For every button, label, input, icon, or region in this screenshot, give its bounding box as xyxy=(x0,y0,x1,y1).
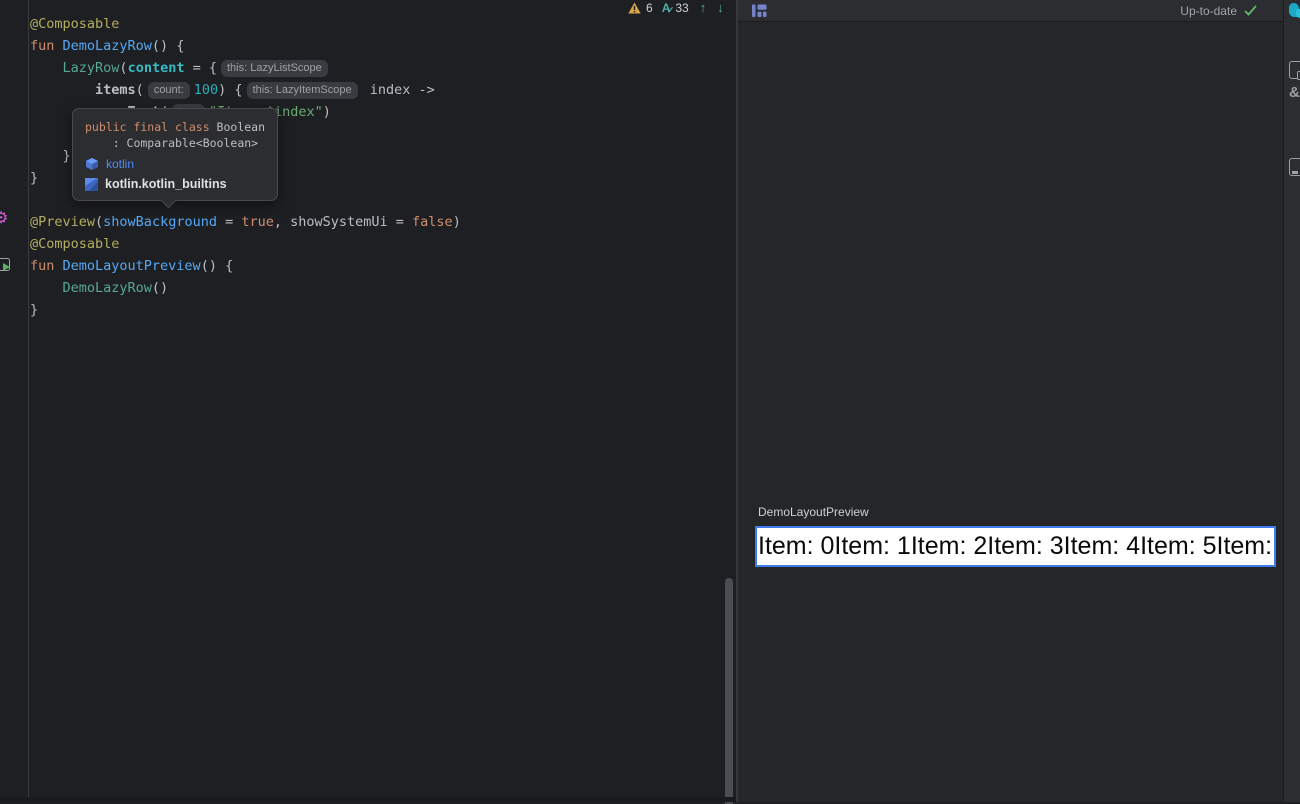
android-studio-window: { "editor": { "code_lines": [ {"tokens":… xyxy=(0,0,1300,802)
code-line[interactable]: items(count:100) { this: LazyItemScope in… xyxy=(30,79,461,101)
code-token: @Composable xyxy=(30,236,119,252)
code-token xyxy=(30,280,63,296)
editor-scrollbar[interactable] xyxy=(725,578,733,804)
code-token: () { xyxy=(201,258,234,274)
code-token: 100 xyxy=(194,82,218,98)
right-tool-window-stripe: & xyxy=(1283,0,1300,802)
typo-count[interactable]: 33 xyxy=(675,1,688,15)
gutter-separator xyxy=(28,0,29,802)
code-token: } xyxy=(30,170,38,186)
check-mark: ✓ xyxy=(667,5,675,16)
module-link[interactable]: kotlin xyxy=(106,157,134,171)
code-line[interactable]: DemoLazyRow() xyxy=(30,277,461,299)
inspections-widget[interactable]: 6 A✓ 33 ↑ ↓ xyxy=(628,1,724,15)
device-manager-icon[interactable] xyxy=(1289,158,1300,176)
inline-hint-chip: this: LazyItemScope xyxy=(247,82,358,99)
kotlin-logo-icon xyxy=(85,178,98,191)
code-line[interactable]: } xyxy=(30,299,461,321)
code-line[interactable]: fun DemoLazyRow() { xyxy=(30,35,461,57)
code-line[interactable]: @Composable xyxy=(30,13,461,35)
inline-hint-chip: count: xyxy=(148,82,190,99)
code-token: = { xyxy=(184,60,217,76)
code-token: ) xyxy=(453,214,461,230)
code-line[interactable]: @Preview(showBackground = true, showSyst… xyxy=(30,211,461,233)
code-line[interactable]: LazyRow(content = {this: LazyListScope xyxy=(30,57,461,79)
assistant-icon-shape xyxy=(1296,9,1300,18)
horizontal-scrollbar-track[interactable] xyxy=(0,797,737,802)
code-token: DemoLayoutPreview xyxy=(63,258,201,274)
preview-name-label[interactable]: DemoLayoutPreview xyxy=(758,505,869,519)
code-token xyxy=(30,82,95,98)
code-token: fun xyxy=(30,38,63,54)
code-token: ( xyxy=(119,60,127,76)
running-devices-icon[interactable] xyxy=(1289,61,1300,79)
code-token: index -> xyxy=(362,82,435,98)
editor-pane[interactable]: ⚙ @Composablefun DemoLazyRow() { LazyRow… xyxy=(0,0,737,802)
next-problem-icon[interactable]: ↓ xyxy=(717,1,724,15)
warning-icon[interactable] xyxy=(628,2,641,14)
code-token: } xyxy=(30,302,38,318)
compose-preview-frame[interactable]: Item: 0Item: 1Item: 2Item: 3Item: 4Item:… xyxy=(755,526,1276,567)
warning-count[interactable]: 6 xyxy=(646,1,653,15)
code-token: fun xyxy=(30,258,63,274)
preview-toolbar: Up-to-date xyxy=(738,0,1283,22)
preview-settings-gear-icon[interactable]: ⚙ xyxy=(0,211,8,227)
code-token: , showSystemUi = xyxy=(274,214,412,230)
code-token: @Composable xyxy=(30,16,119,32)
device-bar-shape xyxy=(1292,171,1298,174)
code-line[interactable]: @Composable xyxy=(30,233,461,255)
inline-hint-chip: this: LazyListScope xyxy=(221,60,328,77)
origin-label: kotlin.kotlin_builtins xyxy=(105,177,227,191)
assistant-icon[interactable] xyxy=(1289,2,1300,18)
code-token: DemoLazyRow xyxy=(63,280,152,296)
code-token: ( xyxy=(136,82,144,98)
compose-preview-pane: Up-to-date DemoLayoutPreview Item: 0Item… xyxy=(738,0,1283,802)
tooltip-signature-line1: public final class Boolean xyxy=(85,119,265,135)
code-token: DemoLazyRow xyxy=(63,38,152,54)
code-token: () { xyxy=(152,38,185,54)
check-icon xyxy=(1244,5,1257,16)
code-token: = xyxy=(217,214,241,230)
typos-inspection-icon[interactable]: A✓ xyxy=(662,1,671,15)
compose-preview-content: Item: 0Item: 1Item: 2Item: 3Item: 4Item:… xyxy=(757,532,1276,561)
code-token: showBackground xyxy=(103,214,217,230)
code-token: () xyxy=(152,280,168,296)
code-token: items xyxy=(95,82,136,98)
tooltip-signature-line2: : Comparable<Boolean> xyxy=(85,135,265,151)
run-preview-icon[interactable] xyxy=(0,258,10,271)
code-token: true xyxy=(241,214,274,230)
code-token: @Preview xyxy=(30,214,95,230)
previous-problem-icon[interactable]: ↑ xyxy=(700,1,707,15)
kotlin-module-icon xyxy=(85,157,99,171)
code-token: ) { xyxy=(218,82,242,98)
build-status-label: Up-to-date xyxy=(1180,4,1237,18)
grid-view-icon[interactable] xyxy=(752,4,767,18)
code-token: LazyRow xyxy=(63,60,120,76)
play-triangle-icon xyxy=(3,263,10,271)
code-token xyxy=(30,60,63,76)
app-insights-icon[interactable]: & xyxy=(1289,85,1300,101)
code-token: false xyxy=(412,214,453,230)
build-status: Up-to-date xyxy=(1180,4,1257,18)
code-line[interactable]: fun DemoLayoutPreview() { xyxy=(30,255,461,277)
code-token: content xyxy=(128,60,185,76)
documentation-tooltip: public final class Boolean : Comparable<… xyxy=(72,108,278,201)
code-token: ( xyxy=(95,214,103,230)
code-token: ) xyxy=(323,104,331,120)
